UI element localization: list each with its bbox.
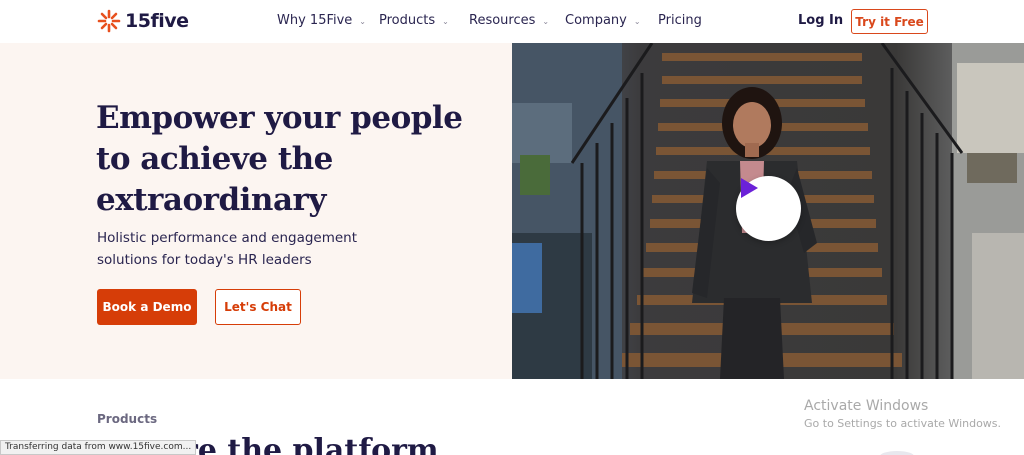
- nav-label: Company: [565, 13, 627, 28]
- hero-video[interactable]: [512, 43, 1024, 379]
- hero-title: Empower your people to achieve the extra…: [96, 100, 463, 218]
- logo-link[interactable]: 15five: [96, 9, 189, 33]
- chevron-down-icon: ⌄: [359, 17, 366, 26]
- nav-products[interactable]: Products ⌄: [379, 13, 449, 28]
- logo-burst-icon: [97, 9, 121, 33]
- site-header: 15five Why 15Five ⌄ Products ⌄ Resources…: [0, 0, 1024, 43]
- nav-company[interactable]: Company ⌄: [565, 13, 641, 28]
- chevron-down-icon: ⌄: [442, 17, 449, 26]
- book-demo-button[interactable]: Book a Demo: [97, 289, 197, 325]
- activate-windows-title: Activate Windows: [804, 398, 929, 414]
- hero-subtitle: Holistic performance and engagement solu…: [97, 230, 358, 268]
- activate-windows-subtitle: Go to Settings to activate Windows.: [804, 417, 1002, 430]
- nav-label: Why 15Five: [277, 13, 353, 28]
- nav-pricing[interactable]: Pricing: [658, 13, 702, 28]
- lets-chat-button[interactable]: Let's Chat: [215, 289, 301, 325]
- nav-label: Products: [379, 13, 436, 28]
- logo-text: 15five: [125, 10, 189, 32]
- nav-label: Resources: [469, 13, 536, 28]
- nav-why-15five[interactable]: Why 15Five ⌄: [277, 13, 366, 28]
- play-icon: [741, 178, 758, 198]
- try-it-free-button[interactable]: Try it Free: [851, 9, 928, 34]
- chevron-down-icon: ⌄: [633, 17, 641, 26]
- partial-decoration: [880, 451, 914, 455]
- chevron-down-icon: ⌄: [542, 17, 550, 26]
- login-link[interactable]: Log In: [798, 13, 843, 28]
- video-play-button[interactable]: [736, 176, 801, 241]
- activate-windows-watermark: Activate Windows Go to Settings to activ…: [804, 398, 1001, 430]
- browser-status-bar: Transferring data from www.15five.com...: [0, 440, 197, 455]
- nav-label: Pricing: [658, 13, 702, 28]
- products-section-label: Products: [97, 412, 158, 426]
- nav-resources[interactable]: Resources ⌄: [469, 13, 549, 28]
- products-section-heading: ore the platform: [162, 433, 439, 455]
